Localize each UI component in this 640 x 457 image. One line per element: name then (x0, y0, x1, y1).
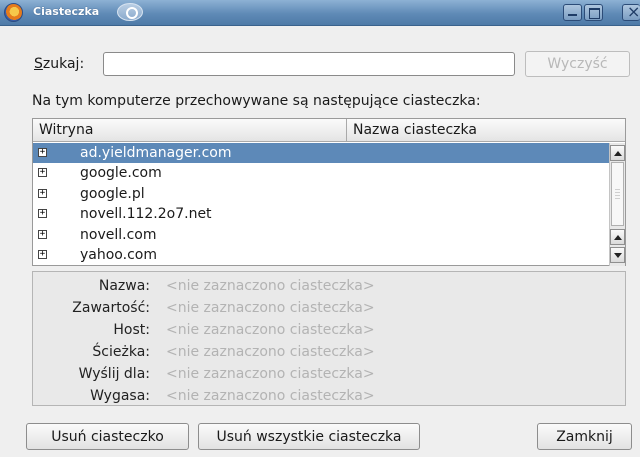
detail-value-send-for: <nie zaznaczono ciasteczka> (166, 366, 375, 382)
detail-label-path: Ścieżka: (92, 344, 150, 360)
intro-text: Na tym komputerze przechowywane są nastę… (32, 93, 481, 109)
tree-row[interactable]: + google.com (33, 163, 609, 183)
search-label-rest: zukaj: (42, 56, 85, 72)
tree-row[interactable]: + ad.yieldmanager.com (33, 143, 609, 164)
scroll-up-icon[interactable] (610, 145, 625, 161)
expand-plus-icon[interactable]: + (38, 209, 47, 219)
expand-plus-icon[interactable]: + (38, 249, 47, 259)
close-icon[interactable] (622, 2, 640, 21)
scroll-thumb[interactable] (611, 162, 624, 226)
tree-row-site: yahoo.com (80, 246, 157, 263)
detail-value-content: <nie zaznaczono ciasteczka> (166, 300, 375, 316)
cookie-tree[interactable]: Witryna Nazwa ciasteczka + ad.yieldmanag… (32, 118, 626, 266)
detail-label-send-for: Wyślij dla: (78, 366, 150, 382)
tree-row[interactable]: + yahoo.com (33, 245, 609, 265)
tree-row-site: novell.112.2o7.net (80, 206, 212, 223)
detail-label-content: Zawartość: (72, 300, 150, 316)
detail-value-path: <nie zaznaczono ciasteczka> (166, 344, 375, 360)
tree-row[interactable]: + novell.112.2o7.net (33, 204, 609, 224)
detail-value-name: <nie zaznaczono ciasteczka> (166, 278, 375, 294)
cookie-details: Nazwa: <nie zaznaczono ciasteczka> Zawar… (32, 271, 626, 406)
detail-value-expires: <nie zaznaczono ciasteczka> (166, 388, 375, 404)
scroll-down-icon[interactable] (610, 247, 625, 263)
tree-row[interactable]: + google.pl (33, 184, 609, 204)
search-input[interactable] (103, 52, 515, 76)
close-button[interactable]: Zamknij (537, 423, 632, 450)
detail-label-host: Host: (113, 322, 150, 338)
tree-body: + ad.yieldmanager.com + google.com + goo… (33, 143, 609, 266)
expand-plus-icon[interactable]: + (38, 168, 47, 178)
tree-row-site: ad.yieldmanager.com (80, 145, 232, 161)
detail-label-name: Nazwa: (98, 278, 150, 294)
search-label-accel: S (34, 56, 43, 72)
expand-plus-icon[interactable]: + (38, 188, 47, 198)
tree-row[interactable]: + novell.com (33, 225, 609, 245)
column-header-cookie-name[interactable]: Nazwa ciasteczka (347, 119, 625, 141)
maximize-icon[interactable] (584, 4, 603, 21)
tree-row-site: google.com (80, 165, 162, 182)
column-header-site[interactable]: Witryna (33, 119, 347, 141)
search-label: Szukaj: (34, 56, 84, 72)
cookie-icon (117, 3, 143, 21)
expand-plus-icon[interactable]: + (38, 148, 47, 157)
tree-scrollbar[interactable] (609, 143, 625, 266)
remove-cookie-button[interactable]: Usuń ciasteczko (26, 423, 189, 450)
tree-header: Witryna Nazwa ciasteczka (33, 119, 625, 142)
scroll-up-icon[interactable] (610, 229, 625, 245)
firefox-icon (4, 3, 23, 22)
tree-row-site: google.pl (80, 185, 145, 202)
minimize-icon[interactable] (563, 4, 582, 21)
window-title: Ciasteczka (33, 5, 100, 18)
expand-plus-icon[interactable]: + (38, 229, 47, 239)
remove-all-cookies-button[interactable]: Usuń wszystkie ciasteczka (198, 423, 420, 450)
title-bar[interactable]: Ciasteczka (0, 0, 640, 26)
tree-row-site: novell.com (80, 226, 157, 243)
detail-value-host: <nie zaznaczono ciasteczka> (166, 322, 375, 338)
clear-button[interactable]: Wyczyść (525, 51, 630, 77)
detail-label-expires: Wygasa: (90, 388, 150, 404)
